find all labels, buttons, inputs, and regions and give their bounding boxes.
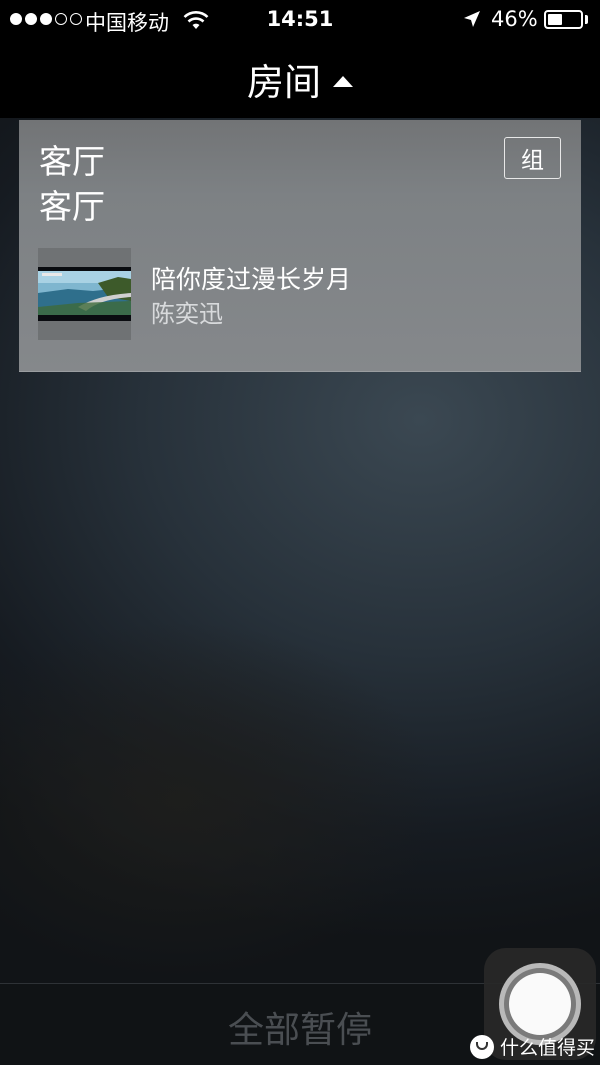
album-art xyxy=(38,248,131,340)
status-bar: 中国移动 14:51 46% xyxy=(0,0,600,40)
song-title: 陪你度过漫长岁月 xyxy=(151,265,352,294)
artist-name: 陈奕迅 xyxy=(151,300,223,328)
watermark-logo-icon xyxy=(470,1034,494,1059)
watermark-text: 什么值得买 xyxy=(500,1037,596,1059)
caret-up-icon xyxy=(333,75,353,87)
battery-tip xyxy=(585,15,588,24)
location-arrow-icon xyxy=(464,11,480,27)
group-button[interactable]: 组 xyxy=(504,137,561,179)
watermark: 什么值得买 xyxy=(470,1033,595,1060)
room-name-secondary: 客厅 xyxy=(39,187,105,226)
screen: 中国移动 14:51 46% 房间 客厅 客厅 组 陪你度过漫长岁月 陈奕迅 全… xyxy=(0,0,600,1065)
battery-percentage: 46% xyxy=(491,7,538,31)
room-name: 客厅 xyxy=(39,142,105,181)
page-title: 房间 xyxy=(247,61,321,104)
battery-icon xyxy=(544,10,583,29)
album-art-image xyxy=(38,267,131,321)
room-card[interactable]: 客厅 客厅 组 陪你度过漫长岁月 陈奕迅 xyxy=(19,120,581,372)
rooms-header[interactable]: 房间 xyxy=(0,40,600,118)
